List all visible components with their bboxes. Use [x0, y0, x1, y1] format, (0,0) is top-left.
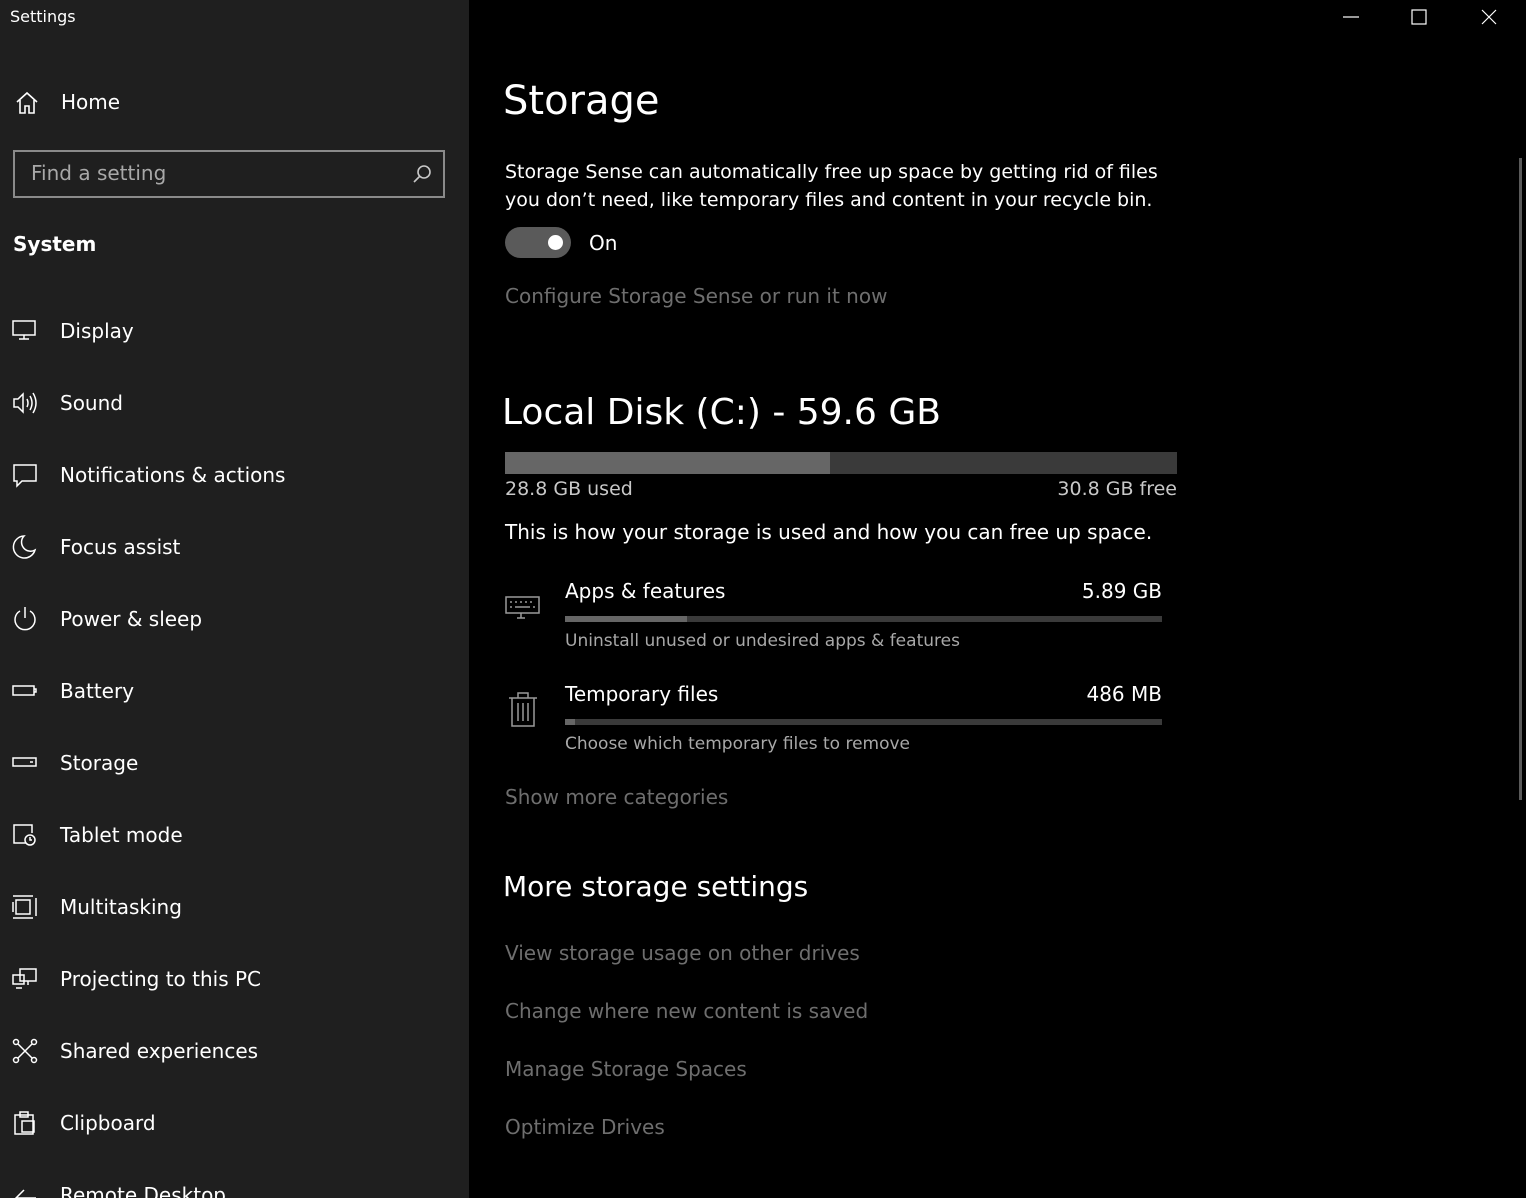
sidebar: Settings Home Find a setting System Disp…: [0, 0, 469, 1198]
disk-used-label: 28.8 GB used: [505, 478, 633, 500]
power-icon: [14, 607, 36, 631]
manage-storage-spaces-link[interactable]: Manage Storage Spaces: [505, 1057, 747, 1081]
toggle-knob: [548, 235, 563, 250]
sidebar-item-focus-assist[interactable]: Focus assist: [0, 512, 469, 584]
show-more-categories-link[interactable]: Show more categories: [505, 785, 728, 809]
sidebar-item-label: Tablet mode: [60, 823, 183, 847]
sidebar-home[interactable]: Home: [0, 84, 469, 122]
category-usage-fill: [565, 719, 576, 725]
category-size: 486 MB: [1086, 682, 1162, 706]
sidebar-item-display[interactable]: Display: [0, 296, 469, 368]
main-content: Storage Storage Sense can automatically …: [469, 0, 1526, 1198]
disk-free-label: 30.8 GB free: [1057, 478, 1177, 500]
sidebar-item-label: Focus assist: [60, 535, 181, 559]
sidebar-item-projecting[interactable]: Projecting to this PC: [0, 944, 469, 1016]
search-placeholder: Find a setting: [31, 161, 167, 185]
sidebar-item-power-sleep[interactable]: Power & sleep: [0, 584, 469, 656]
category-name: Temporary files: [565, 682, 719, 706]
sidebar-item-notifications[interactable]: Notifications & actions: [0, 440, 469, 512]
sidebar-item-label: Power & sleep: [60, 607, 203, 631]
toggle-state-label: On: [589, 231, 618, 255]
storage-sense-description: Storage Sense can automatically free up …: [505, 161, 1158, 211]
sidebar-item-label: Notifications & actions: [60, 463, 286, 487]
category-description: Choose which temporary files to remove: [565, 734, 911, 754]
sidebar-item-label: Battery: [60, 679, 135, 703]
sidebar-item-tablet-mode[interactable]: Tablet mode: [0, 800, 469, 872]
sidebar-item-label: Storage: [60, 751, 139, 775]
sidebar-item-label: Shared experiences: [60, 1039, 259, 1063]
speaker-icon: [13, 392, 37, 414]
sidebar-item-label: Multitasking: [60, 895, 182, 919]
view-storage-other-drives-link[interactable]: View storage usage on other drives: [505, 941, 860, 965]
clipboard-icon: [14, 1111, 35, 1135]
page-title: Storage: [503, 78, 660, 124]
usage-description: This is how your storage is used and how…: [505, 520, 1153, 544]
home-icon: [16, 91, 38, 114]
category-usage-fill: [565, 616, 688, 622]
sidebar-home-label: Home: [61, 90, 121, 114]
category-temporary-files[interactable]: Temporary files 486 MB Choose which temp…: [505, 682, 1165, 762]
keyboard-icon: [505, 596, 540, 619]
scrollbar[interactable]: [1519, 158, 1522, 800]
storage-icon: [12, 757, 37, 767]
sidebar-item-shared-experiences[interactable]: Shared experiences: [0, 1016, 469, 1088]
disk-usage-fill: [505, 452, 830, 474]
sidebar-item-label: Clipboard: [60, 1111, 156, 1135]
shared-icon: [12, 1038, 38, 1064]
sidebar-nav: Display Sound Notifications & actions Fo…: [0, 296, 469, 1198]
sidebar-item-label: Remote Desktop: [60, 1183, 227, 1198]
app-title: Settings: [10, 7, 76, 26]
sidebar-item-battery[interactable]: Battery: [0, 656, 469, 728]
category-description: Uninstall unused or undesired apps & fea…: [565, 631, 960, 651]
sidebar-item-label: Sound: [60, 391, 123, 415]
search-icon[interactable]: [411, 163, 433, 185]
category-apps-features[interactable]: Apps & features 5.89 GB Uninstall unused…: [505, 579, 1165, 659]
remote-desktop-icon: [14, 1189, 36, 1198]
trash-icon: [509, 692, 537, 727]
category-name: Apps & features: [565, 579, 726, 603]
disk-usage-bar: [505, 452, 1177, 474]
sidebar-item-label: Display: [60, 319, 134, 343]
moon-icon: [12, 535, 37, 559]
sidebar-item-remote-desktop[interactable]: Remote Desktop: [0, 1160, 469, 1198]
tablet-icon: [13, 824, 36, 846]
notification-icon: [13, 464, 37, 488]
section-title: System: [13, 232, 97, 256]
disk-title: Local Disk (C:) - 59.6 GB: [502, 392, 941, 433]
more-storage-settings-title: More storage settings: [503, 870, 809, 903]
sidebar-item-clipboard[interactable]: Clipboard: [0, 1088, 469, 1160]
sidebar-item-label: Projecting to this PC: [60, 967, 262, 991]
configure-storage-sense-link[interactable]: Configure Storage Sense or run it now: [505, 284, 887, 308]
projecting-icon: [12, 968, 37, 989]
storage-sense-toggle[interactable]: [505, 227, 571, 258]
optimize-drives-link[interactable]: Optimize Drives: [505, 1115, 665, 1139]
category-usage-bar: [565, 719, 1162, 725]
multitasking-icon: [12, 895, 37, 919]
change-save-location-link[interactable]: Change where new content is saved: [505, 999, 868, 1023]
sidebar-item-sound[interactable]: Sound: [0, 368, 469, 440]
monitor-icon: [12, 320, 36, 340]
category-usage-bar: [565, 616, 1162, 622]
sidebar-item-multitasking[interactable]: Multitasking: [0, 872, 469, 944]
category-size: 5.89 GB: [1081, 579, 1162, 603]
search-input[interactable]: Find a setting: [13, 150, 445, 198]
sidebar-item-storage[interactable]: Storage: [0, 728, 469, 800]
battery-icon: [12, 685, 37, 696]
